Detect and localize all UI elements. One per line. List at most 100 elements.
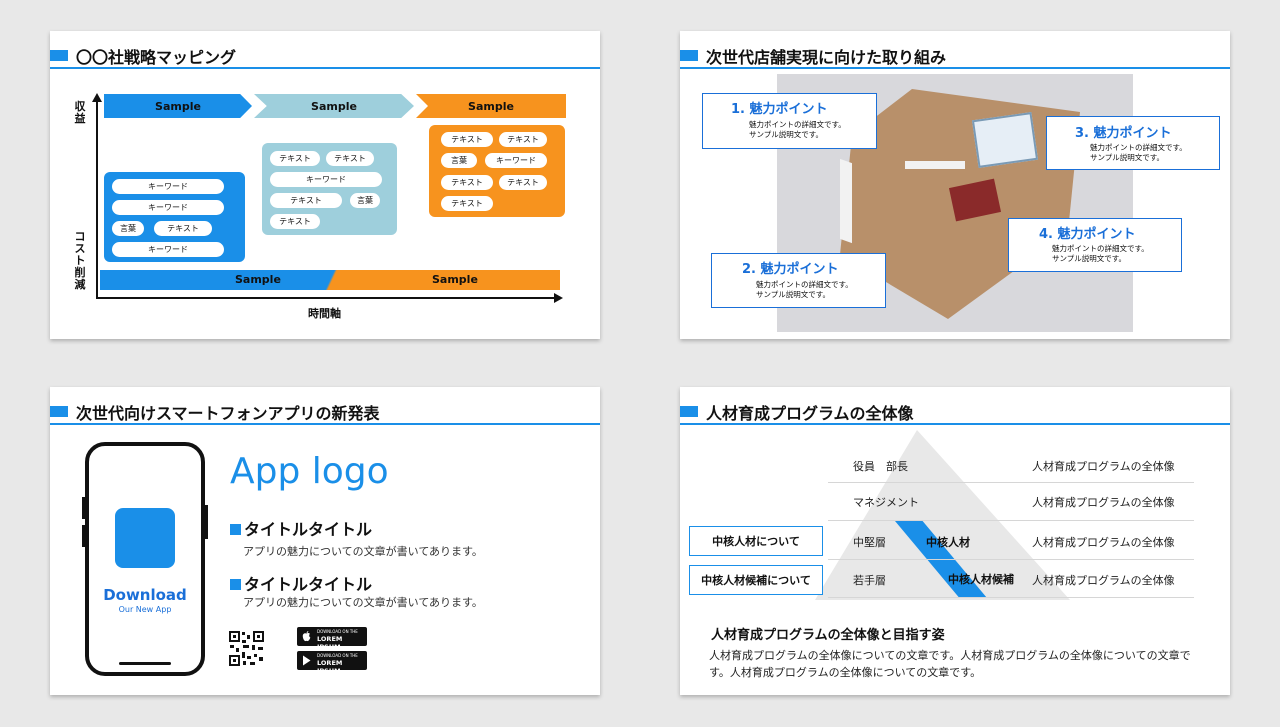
- row-divider: [828, 559, 1194, 560]
- phone-mockup: Download Our New App: [85, 442, 205, 676]
- y-axis-bottom-label: コスト削減: [74, 230, 86, 291]
- callout-title: 3. 魅力ポイント: [1075, 126, 1172, 141]
- keyword-pill: テキスト: [441, 132, 493, 147]
- download-subtext: Our New App: [118, 605, 172, 614]
- keyword-pill: 言葉: [350, 193, 380, 208]
- chevron-phase-3: Sample: [416, 94, 566, 118]
- room-wall: [905, 161, 965, 169]
- x-axis-label: 時間軸: [308, 307, 341, 320]
- keyword-pill: テキスト: [326, 151, 374, 166]
- app-icon: [115, 508, 175, 568]
- keyword-box-1: キーワード キーワード 言葉 テキスト キーワード: [104, 172, 245, 262]
- qr-code-icon[interactable]: [228, 630, 265, 667]
- x-axis: [96, 297, 556, 299]
- feature-title-1: タイトルタイトル: [230, 516, 372, 540]
- callout-point-3: 3. 魅力ポイント 魅力ポイントの詳細文です。 サンプル説明文です。: [1046, 116, 1220, 170]
- slide-title: 次世代向けスマートフォンアプリの新発表: [76, 404, 380, 423]
- callout-title: 1. 魅力ポイント: [731, 102, 828, 117]
- callout-desc: サンプル説明文です。: [1090, 153, 1165, 162]
- callout-desc: 魅力ポイントの詳細文です。: [1090, 143, 1187, 152]
- store-small-text: DOWNLOAD ON THE: [317, 653, 358, 658]
- core-talent-label: 中核人材: [926, 536, 970, 549]
- callout-title: 2. 魅力ポイント: [742, 262, 839, 277]
- keyword-pill: キーワード: [112, 200, 224, 215]
- level-label: 若手層: [853, 574, 886, 587]
- bed-illustration: [971, 112, 1039, 168]
- callout-desc: 魅力ポイントの詳細文です。: [749, 120, 846, 129]
- slide-header: 次世代向けスマートフォンアプリの新発表: [50, 395, 600, 425]
- core-talent-box[interactable]: 中核人材について: [689, 526, 823, 556]
- slide-smartphone-app[interactable]: 次世代向けスマートフォンアプリの新発表 Download Our New App…: [50, 387, 600, 695]
- keyword-pill: テキスト: [441, 175, 493, 190]
- square-bullet-icon: [230, 524, 241, 535]
- chevron-phase-1: Sample: [104, 94, 252, 118]
- phone-side-button: [205, 505, 208, 539]
- play-icon: [303, 655, 311, 666]
- app-logo: App logo: [230, 451, 389, 492]
- x-axis-arrow: [554, 293, 563, 303]
- feature-desc-1: アプリの魅力についての文章が書いてあります。: [243, 545, 483, 558]
- slide-title: 人材育成プログラムの全体像: [706, 404, 914, 423]
- keyword-pill: テキスト: [499, 175, 547, 190]
- keyword-box-2: テキスト テキスト キーワード テキスト 言葉 テキスト: [262, 143, 397, 235]
- feature-title-2: タイトルタイトル: [230, 571, 372, 595]
- callout-point-1: 1. 魅力ポイント 魅力ポイントの詳細文です。 サンプル説明文です。: [702, 93, 877, 149]
- cost-timeline-bar: Sample Sample: [100, 270, 560, 290]
- callout-desc: サンプル説明文です。: [749, 130, 824, 139]
- level-description: 人材育成プログラムの全体像: [1032, 536, 1175, 549]
- row-divider: [828, 520, 1194, 521]
- level-label: マネジメント: [853, 496, 919, 509]
- callout-title: 4. 魅力ポイント: [1039, 227, 1136, 242]
- title-marker: [50, 406, 68, 417]
- slide-talent-program[interactable]: 人材育成プログラムの全体像 役員 部長 マネジメント 中堅層 若手層 人材育成プ…: [680, 387, 1230, 695]
- keyword-box-3: テキスト テキスト 言葉 キーワード テキスト テキスト テキスト: [429, 125, 565, 217]
- program-subtitle: 人材育成プログラムの全体像と目指す姿: [711, 628, 945, 643]
- slide-strategy-mapping[interactable]: 〇〇社戦略マッピング 収益 コスト削減 時間軸 Sample Sample Sa…: [50, 31, 600, 339]
- slide-header: 次世代店舗実現に向けた取り組み: [680, 39, 1230, 69]
- bar-label-left: Sample: [235, 273, 281, 286]
- callout-point-4: 4. 魅力ポイント 魅力ポイントの詳細文です。 サンプル説明文です。: [1008, 218, 1182, 272]
- level-description: 人材育成プログラムの全体像: [1032, 460, 1175, 473]
- store-small-text: DOWNLOAD ON THE: [317, 629, 358, 634]
- level-label: 中堅層: [853, 536, 886, 549]
- square-bullet-icon: [230, 579, 241, 590]
- core-candidate-label: 中核人材候補: [948, 573, 1014, 586]
- download-text: Download: [103, 586, 187, 604]
- keyword-pill: テキスト: [499, 132, 547, 147]
- callout-desc: サンプル説明文です。: [1052, 254, 1127, 263]
- slide-header: 〇〇社戦略マッピング: [50, 39, 600, 69]
- keyword-pill: 言葉: [441, 153, 477, 168]
- slide-next-gen-store[interactable]: 次世代店舗実現に向けた取り組み 1. 魅力ポイント 魅力ポイントの詳細文です。 …: [680, 31, 1230, 339]
- keyword-pill: キーワード: [270, 172, 382, 187]
- chevron-phase-2: Sample: [254, 94, 414, 118]
- level-description: 人材育成プログラムの全体像: [1032, 496, 1175, 509]
- level-label: 役員 部長: [853, 460, 908, 473]
- core-candidate-box[interactable]: 中核人材候補について: [689, 565, 823, 595]
- room-wall: [840, 158, 852, 244]
- apple-icon: [302, 631, 311, 642]
- callout-desc: 魅力ポイントの詳細文です。: [1052, 244, 1149, 253]
- keyword-pill: キーワード: [112, 242, 224, 257]
- play-store-badge[interactable]: DOWNLOAD ON THE LOREM IPSUM: [297, 651, 367, 675]
- app-store-badge[interactable]: DOWNLOAD ON THE LOREM IPSUM: [297, 627, 367, 651]
- callout-desc: 魅力ポイントの詳細文です。: [756, 280, 853, 289]
- keyword-pill: キーワード: [112, 179, 224, 194]
- keyword-pill: テキスト: [441, 196, 493, 211]
- callout-desc: サンプル説明文です。: [756, 290, 831, 299]
- keyword-pill: テキスト: [270, 151, 320, 166]
- y-axis-top-label: 収益: [74, 100, 86, 125]
- title-marker: [50, 50, 68, 61]
- level-description: 人材育成プログラムの全体像: [1032, 574, 1175, 587]
- title-marker: [680, 406, 698, 417]
- title-marker: [680, 50, 698, 61]
- row-divider: [828, 597, 1194, 598]
- store-name: LOREM IPSUM: [317, 635, 343, 651]
- keyword-pill: 言葉: [112, 221, 144, 236]
- store-name: LOREM IPSUM: [317, 659, 343, 675]
- keyword-pill: キーワード: [485, 153, 547, 168]
- y-axis-arrow: [92, 93, 102, 102]
- row-divider: [828, 482, 1194, 483]
- phone-notch: [130, 456, 160, 461]
- callout-point-2: 2. 魅力ポイント 魅力ポイントの詳細文です。 サンプル説明文です。: [711, 253, 886, 308]
- y-axis: [96, 99, 98, 299]
